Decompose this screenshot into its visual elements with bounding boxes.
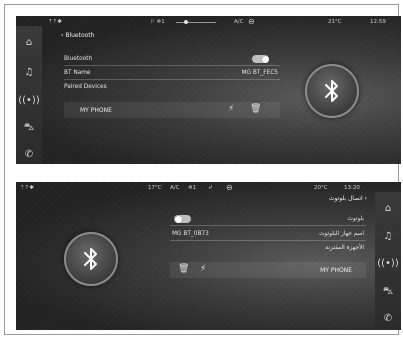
- phone-icon[interactable]: ✆: [375, 310, 401, 326]
- disconnect-icon[interactable]: ⚡: [228, 104, 234, 114]
- fan-slider[interactable]: [176, 22, 216, 23]
- bluetooth-toggle[interactable]: [174, 215, 191, 223]
- signal-icons: ⇡⇡✱: [20, 185, 34, 191]
- bt-name-value: MG BT_FEC5: [241, 70, 279, 76]
- bt-name-row[interactable]: BT Name MG BT_FEC5: [64, 68, 280, 80]
- paired-devices-label: Paired Devices: [64, 84, 107, 90]
- bluetooth-label: بلوتوث: [347, 216, 364, 222]
- airflow-icon[interactable]: ↲: [208, 185, 213, 191]
- temperature[interactable]: 20°C: [314, 185, 328, 191]
- bluetooth-logo: [305, 64, 359, 118]
- ac-label[interactable]: A/C: [234, 19, 243, 25]
- bluetooth-icon: [84, 248, 97, 270]
- driver-temperature[interactable]: 17°C: [148, 185, 162, 191]
- back-button[interactable]: ‹ Bluetooth: [61, 32, 94, 39]
- device-name: MY PHONE: [80, 107, 112, 114]
- paired-devices-header: Paired Devices: [64, 82, 280, 93]
- phone-icon[interactable]: ✆: [16, 146, 42, 162]
- toggle-knob: [174, 215, 182, 223]
- bluetooth-logo: [64, 232, 118, 286]
- status-bar: ⇡⇡✱ ⚐ ❄1 A/C ⊖ 21°C 12:59: [16, 16, 401, 30]
- bluetooth-label: Bluetooth: [64, 56, 93, 62]
- disconnect-icon[interactable]: ⚡: [200, 264, 206, 274]
- fan-slider-knob: [184, 20, 188, 24]
- back-button[interactable]: ‹ اتصال بلوتوث: [329, 195, 367, 202]
- clock: 13:20: [344, 185, 360, 191]
- back-label: اتصال بلوتوث: [328, 195, 363, 202]
- car-icon[interactable]: ⛍: [375, 284, 401, 300]
- paired-device-row[interactable]: 🗑 ⚡ MY PHONE: [170, 262, 366, 278]
- bt-name-row[interactable]: MG BT_0B73 اسم جهاز البلوتوث: [170, 229, 366, 241]
- status-bar: ⇡⇡✱ 17°C A/C ❄1 ↲ ⊖ 20°C 13:20: [16, 182, 401, 196]
- bt-name-label: BT Name: [64, 70, 91, 76]
- temperature[interactable]: 21°C: [328, 19, 342, 25]
- paired-device-row[interactable]: MY PHONE ⚡ 🗑: [64, 102, 280, 118]
- chevron-left-icon: ‹: [61, 32, 64, 39]
- signal-icons: ⇡⇡✱: [48, 19, 62, 25]
- radio-icon[interactable]: ((•)): [375, 255, 401, 271]
- music-icon[interactable]: ♫: [375, 228, 401, 244]
- paired-devices-header: الأجهزة المقترنة: [170, 243, 366, 254]
- climate-icons: ⚐ ❄1: [150, 19, 165, 25]
- bluetooth-screen-english: ⇡⇡✱ ⚐ ❄1 A/C ⊖ 21°C 12:59 ⌂ ♫ ((•)) ⛍ ✆ …: [16, 16, 401, 164]
- ac-label[interactable]: A/C: [170, 185, 179, 191]
- radio-icon[interactable]: ((•)): [16, 92, 42, 108]
- car-icon[interactable]: ⛍: [16, 120, 42, 136]
- sidebar: ⌂ ♫ ((•)) ⛍ ✆: [375, 192, 401, 330]
- bluetooth-toggle[interactable]: [252, 55, 269, 63]
- bluetooth-row[interactable]: Bluetooth: [64, 54, 280, 66]
- car-recirculation-icon[interactable]: ⊖: [248, 17, 255, 26]
- bluetooth-screen-arabic: ⇡⇡✱ 17°C A/C ❄1 ↲ ⊖ 20°C 13:20 ⌂ ♫ ((•))…: [16, 182, 401, 330]
- delete-icon[interactable]: 🗑: [178, 264, 189, 274]
- paired-devices-label: الأجهزة المقترنة: [325, 245, 364, 251]
- home-icon[interactable]: ⌂: [16, 34, 42, 50]
- chevron-right-icon: ‹: [364, 195, 367, 202]
- home-icon[interactable]: ⌂: [375, 200, 401, 216]
- bluetooth-row[interactable]: بلوتوث: [170, 214, 366, 226]
- car-recirculation-icon[interactable]: ⊖: [226, 183, 233, 192]
- device-name: MY PHONE: [320, 267, 352, 274]
- sidebar: ⌂ ♫ ((•)) ⛍ ✆: [16, 26, 42, 164]
- back-label: Bluetooth: [65, 32, 95, 39]
- fan-speed[interactable]: ❄1: [188, 185, 196, 191]
- bluetooth-icon: [325, 80, 338, 102]
- bt-name-value: MG BT_0B73: [172, 231, 209, 237]
- delete-icon[interactable]: 🗑: [250, 104, 261, 114]
- clock: 12:59: [370, 19, 386, 25]
- toggle-knob: [261, 55, 269, 63]
- bt-name-label: اسم جهاز البلوتوث: [319, 231, 364, 237]
- music-icon[interactable]: ♫: [16, 64, 42, 80]
